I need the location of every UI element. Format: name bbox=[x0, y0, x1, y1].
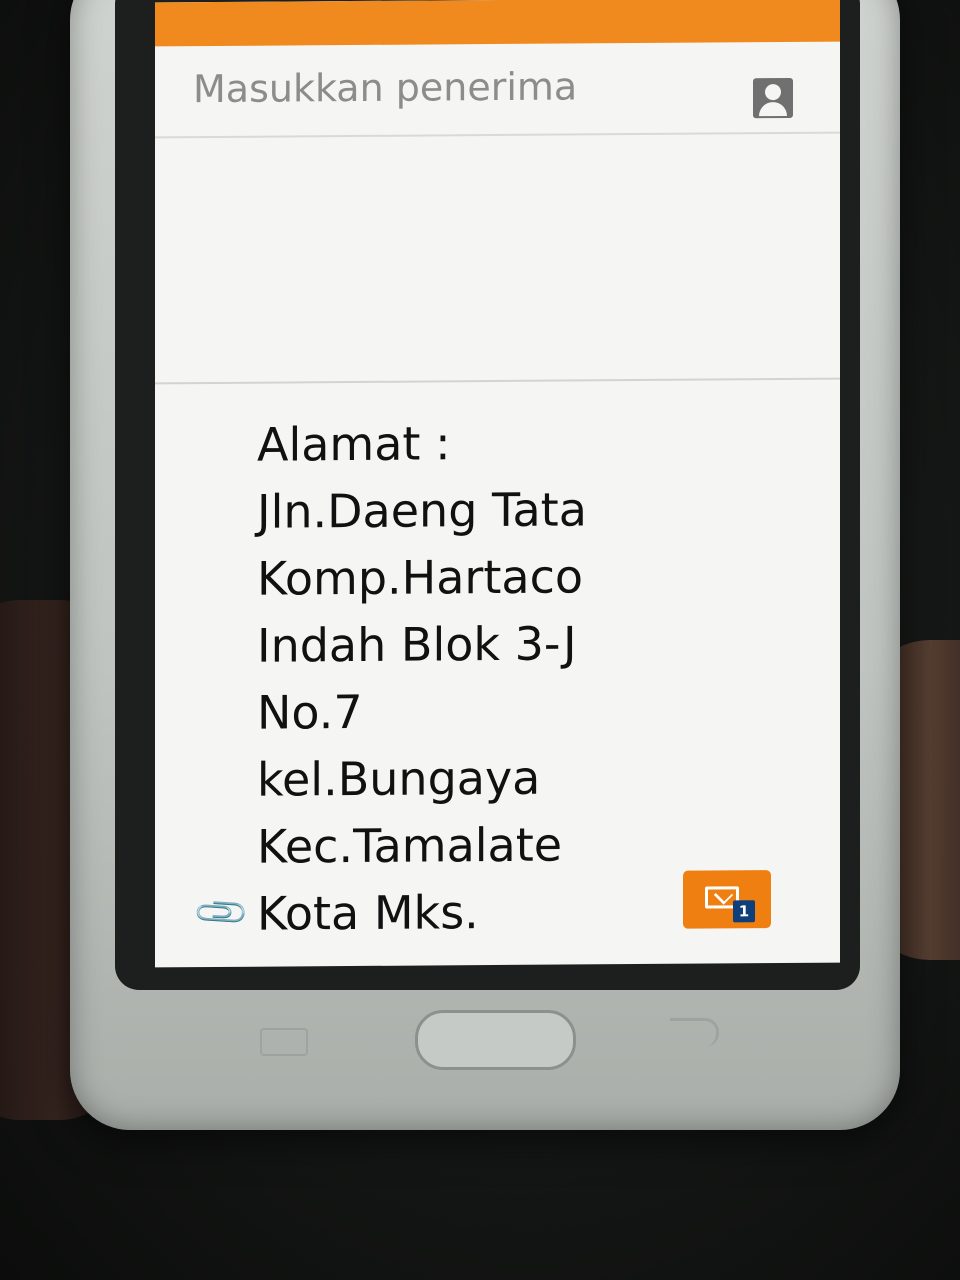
send-button[interactable]: 1 bbox=[683, 870, 771, 929]
contact-body-shape bbox=[759, 101, 787, 117]
message-line: Kota Mks. bbox=[257, 885, 479, 941]
message-line: Komp.Hartaco bbox=[257, 549, 583, 606]
message-line: Indah Blok 3-J bbox=[257, 616, 577, 673]
contact-head-shape bbox=[765, 84, 781, 101]
message-line: Jln.Daeng Tata bbox=[257, 482, 587, 539]
contact-picker-icon[interactable] bbox=[753, 77, 793, 119]
recipient-row bbox=[155, 41, 840, 139]
compose-divider bbox=[155, 377, 840, 385]
home-button[interactable] bbox=[415, 1010, 576, 1070]
message-text-field[interactable]: Alamat : Jln.Daeng Tata Komp.Hartaco Ind… bbox=[257, 408, 727, 947]
message-line: Kec.Tamalate bbox=[257, 817, 563, 874]
paperclip-icon[interactable]: 📎 bbox=[192, 883, 253, 944]
sim-badge: 1 bbox=[733, 900, 755, 923]
back-key[interactable] bbox=[670, 1018, 719, 1047]
menu-key[interactable] bbox=[260, 1028, 308, 1056]
message-compose-screen: Alamat : Jln.Daeng Tata Komp.Hartaco Ind… bbox=[155, 0, 840, 968]
action-bar bbox=[155, 0, 840, 47]
message-line: Alamat : bbox=[257, 416, 451, 472]
message-line: kel.Bungaya bbox=[257, 750, 541, 807]
recipient-input[interactable] bbox=[191, 56, 715, 119]
message-line: No.7 bbox=[257, 684, 363, 740]
